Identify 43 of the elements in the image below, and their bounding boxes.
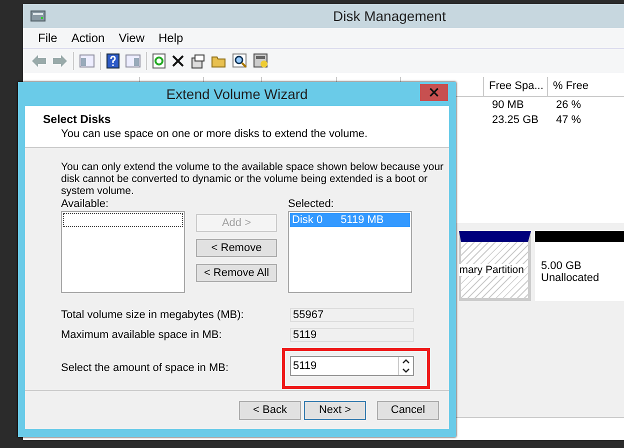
menu-item[interactable]: View	[112, 31, 152, 45]
partition-block[interactable]: mary Partition	[459, 231, 531, 301]
menu-item[interactable]: Help	[152, 31, 190, 45]
settings-icon[interactable]	[253, 53, 269, 69]
readonly-field: 55967	[290, 308, 414, 322]
table-cell-text: 26 %	[555, 98, 582, 110]
partition-block[interactable]: 5.00 GB Unallocated	[535, 231, 624, 301]
close-button[interactable]: ×	[420, 84, 448, 101]
move-button[interactable]: < Remove All	[196, 264, 277, 282]
move-button[interactable]: < Remove	[196, 239, 277, 258]
column-header[interactable]: % Free	[548, 77, 624, 96]
field-label: Maximum available space in MB:	[61, 329, 223, 342]
partition-label: mary Partition	[459, 264, 524, 276]
number-spinner[interactable]: 5119	[290, 356, 414, 376]
table-cell-text: 23.25 GB	[491, 114, 540, 126]
field-label: Total volume size in megabytes (MB):	[61, 309, 245, 322]
properties-icon[interactable]	[190, 53, 206, 69]
field-label: Select the amount of space in MB:	[61, 362, 230, 374]
page-subheading: You can use space on one or more disks to extend the volume.	[61, 128, 369, 140]
column-header[interactable]: Free Spa...	[484, 77, 548, 96]
partition-label: Unallocated	[541, 272, 600, 284]
page-heading: Select Disks	[43, 114, 112, 126]
nav-button[interactable]: < Back	[239, 400, 301, 420]
selected-label: Selected:	[288, 198, 335, 212]
table-cell-text: 90 MB	[491, 98, 525, 110]
available-label: Available:	[61, 198, 110, 212]
help-icon[interactable]	[106, 53, 120, 69]
delete-icon[interactable]	[171, 54, 185, 68]
menu-item[interactable]: Action	[64, 31, 112, 45]
refresh-icon[interactable]	[152, 53, 166, 69]
window-title: Disk Management	[333, 8, 446, 24]
readonly-field: 5119	[290, 328, 414, 342]
folder-icon[interactable]	[211, 54, 227, 68]
menu-item[interactable]: File	[31, 31, 64, 45]
action-pane-icon[interactable]	[125, 54, 141, 68]
intro-text: You can only extend the volume to the available space shown below because your disk cannot be converted to dynamic or the volume being extended is a boot or system volume.	[61, 161, 445, 198]
console-tree-icon[interactable]	[79, 54, 95, 68]
dialog-title: Extend Volume Wizard	[166, 86, 308, 102]
magnifier-icon[interactable]	[232, 53, 248, 69]
table-cell-text: 47 %	[555, 114, 582, 126]
nav-button[interactable]: Cancel	[377, 400, 439, 420]
partition-size: 5.00 GB	[541, 260, 582, 272]
nav-button[interactable]: Next >	[304, 400, 366, 420]
